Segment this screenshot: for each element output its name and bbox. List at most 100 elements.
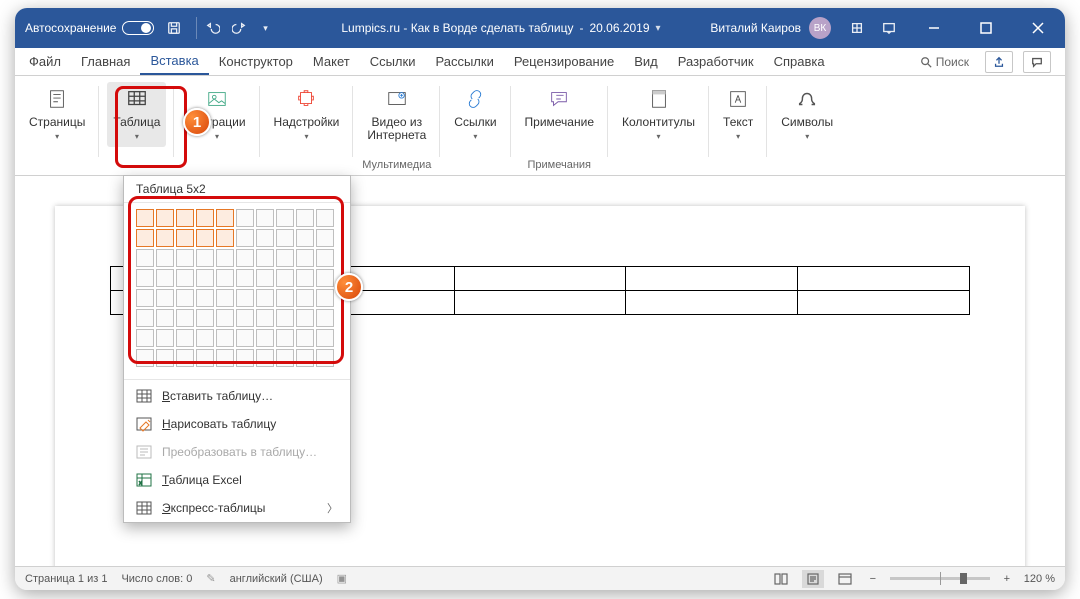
grid-cell[interactable] <box>296 349 314 367</box>
save-icon[interactable] <box>164 18 184 38</box>
grid-cell[interactable] <box>196 349 214 367</box>
grid-cell[interactable] <box>156 309 174 327</box>
grid-cell[interactable] <box>216 349 234 367</box>
comments-button[interactable] <box>1023 51 1051 73</box>
symbols-button[interactable]: Символы▾ <box>775 82 839 147</box>
grid-cell[interactable] <box>256 329 274 347</box>
grid-cell[interactable] <box>136 329 154 347</box>
grid-cell[interactable] <box>296 329 314 347</box>
online-video-button[interactable]: Видео из Интернета <box>361 82 432 146</box>
qat-more-icon[interactable]: ▾ <box>255 18 275 38</box>
grid-cell[interactable] <box>156 229 174 247</box>
grid-cell[interactable] <box>176 269 194 287</box>
grid-cell[interactable] <box>276 289 294 307</box>
grid-cell[interactable] <box>256 229 274 247</box>
grid-cell[interactable] <box>196 309 214 327</box>
tab-view[interactable]: Вид <box>624 48 668 75</box>
grid-cell[interactable] <box>276 229 294 247</box>
tab-help[interactable]: Справка <box>764 48 835 75</box>
tab-insert[interactable]: Вставка <box>140 48 208 75</box>
grid-cell[interactable] <box>256 349 274 367</box>
tab-review[interactable]: Рецензирование <box>504 48 624 75</box>
grid-cell[interactable] <box>216 209 234 227</box>
grid-cell[interactable] <box>156 269 174 287</box>
grid-cell[interactable] <box>156 249 174 267</box>
grid-cell[interactable] <box>136 209 154 227</box>
grid-cell[interactable] <box>216 269 234 287</box>
tab-design[interactable]: Конструктор <box>209 48 303 75</box>
grid-cell[interactable] <box>256 309 274 327</box>
grid-cell[interactable] <box>276 249 294 267</box>
grid-cell[interactable] <box>176 209 194 227</box>
read-mode-button[interactable] <box>770 570 792 588</box>
grid-cell[interactable] <box>196 209 214 227</box>
grid-cell[interactable] <box>256 209 274 227</box>
share-button[interactable] <box>985 51 1013 73</box>
grid-cell[interactable] <box>236 289 254 307</box>
tab-layout[interactable]: Макет <box>303 48 360 75</box>
grid-cell[interactable] <box>316 269 334 287</box>
grid-cell[interactable] <box>136 229 154 247</box>
grid-cell[interactable] <box>236 349 254 367</box>
grid-cell[interactable] <box>256 269 274 287</box>
spellcheck-icon[interactable]: ✎ <box>206 572 215 585</box>
macro-icon[interactable]: ▣ <box>337 572 347 585</box>
zoom-level[interactable]: 120 % <box>1024 573 1055 585</box>
grid-cell[interactable] <box>176 229 194 247</box>
grid-cell[interactable] <box>316 229 334 247</box>
grid-cell[interactable] <box>316 209 334 227</box>
user-account[interactable]: Виталий Каиров ВК <box>710 17 831 39</box>
ribbon-display-icon[interactable] <box>879 18 899 38</box>
table-button[interactable]: Таблица▾ <box>107 82 166 147</box>
grid-cell[interactable] <box>156 289 174 307</box>
zoom-slider[interactable] <box>890 577 990 580</box>
grid-cell[interactable] <box>236 249 254 267</box>
grid-cell[interactable] <box>236 309 254 327</box>
grid-cell[interactable] <box>216 249 234 267</box>
grid-cell[interactable] <box>156 329 174 347</box>
maximize-button[interactable] <box>963 8 1009 48</box>
grid-cell[interactable] <box>176 249 194 267</box>
quick-tables-item[interactable]: Экспресс-таблицы 〉 <box>124 494 350 522</box>
draw-table-item[interactable]: Нарисовать таблицу <box>124 410 350 438</box>
grid-cell[interactable] <box>296 249 314 267</box>
grid-cell[interactable] <box>236 329 254 347</box>
grid-cell[interactable] <box>276 349 294 367</box>
zoom-out-button[interactable]: − <box>866 573 880 585</box>
grid-cell[interactable] <box>256 249 274 267</box>
zoom-in-button[interactable]: + <box>1000 573 1014 585</box>
grid-cell[interactable] <box>316 329 334 347</box>
grid-cell[interactable] <box>236 269 254 287</box>
grid-cell[interactable] <box>296 309 314 327</box>
grid-cell[interactable] <box>196 249 214 267</box>
grid-cell[interactable] <box>196 289 214 307</box>
grid-cell[interactable] <box>196 269 214 287</box>
grid-cell[interactable] <box>276 209 294 227</box>
chevron-down-icon[interactable]: ▾ <box>656 23 661 34</box>
grid-cell[interactable] <box>136 289 154 307</box>
grid-cell[interactable] <box>136 269 154 287</box>
tab-references[interactable]: Ссылки <box>360 48 426 75</box>
text-button[interactable]: Текст▾ <box>717 82 759 147</box>
grid-cell[interactable] <box>296 269 314 287</box>
links-button[interactable]: Ссылки▾ <box>448 82 502 147</box>
grid-cell[interactable] <box>216 309 234 327</box>
tab-home[interactable]: Главная <box>71 48 140 75</box>
grid-cell[interactable] <box>216 229 234 247</box>
grid-cell[interactable] <box>136 249 154 267</box>
grid-cell[interactable] <box>316 249 334 267</box>
grid-cell[interactable] <box>256 289 274 307</box>
undo-icon[interactable] <box>203 18 223 38</box>
insert-table-item[interactable]: Вставить таблицу… <box>124 382 350 410</box>
addins-button[interactable]: Надстройки▾ <box>268 82 346 147</box>
grid-cell[interactable] <box>196 329 214 347</box>
web-layout-button[interactable] <box>834 570 856 588</box>
page-indicator[interactable]: Страница 1 из 1 <box>25 573 107 585</box>
grid-cell[interactable] <box>136 309 154 327</box>
grid-cell[interactable] <box>176 289 194 307</box>
grid-cell[interactable] <box>136 349 154 367</box>
grid-cell[interactable] <box>156 209 174 227</box>
table-grid-picker[interactable] <box>124 203 350 377</box>
grid-cell[interactable] <box>276 309 294 327</box>
grid-cell[interactable] <box>156 349 174 367</box>
